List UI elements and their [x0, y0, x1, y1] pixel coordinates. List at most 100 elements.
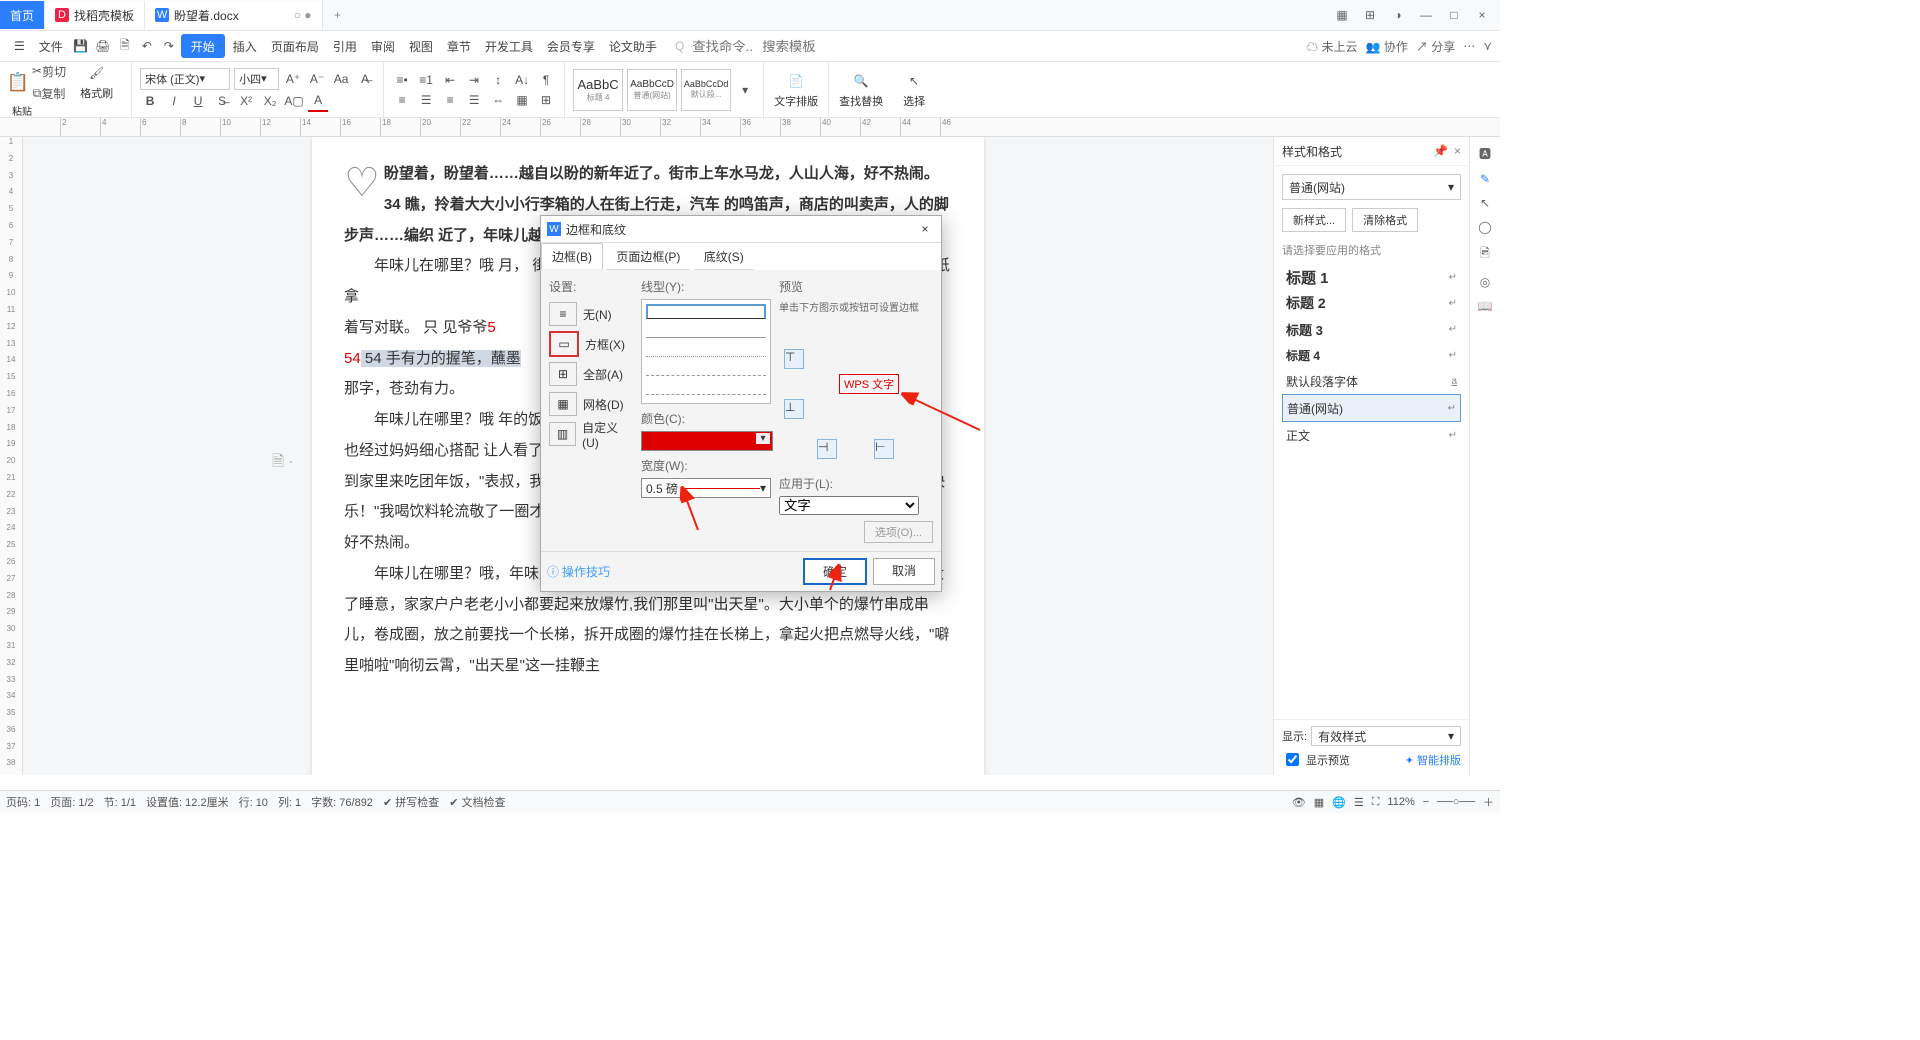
maximize-button[interactable]: □: [1444, 8, 1464, 22]
shading-icon[interactable]: ▦: [512, 90, 532, 110]
highlight-icon[interactable]: A▢: [284, 91, 304, 111]
menu-ref[interactable]: 引用: [327, 34, 363, 58]
border-right-button[interactable]: ⊢: [874, 439, 894, 459]
select-tool[interactable]: ↖选择: [893, 62, 935, 117]
style-h1[interactable]: 标题 1↵: [1282, 264, 1461, 290]
opt-grid[interactable]: ▦网格(D): [549, 389, 633, 419]
tab-document[interactable]: W盼望着.docx○ ●: [145, 1, 323, 29]
menu-section[interactable]: 章节: [441, 34, 477, 58]
style-more-icon[interactable]: ▾: [735, 80, 755, 100]
case-icon[interactable]: Aa: [331, 69, 351, 89]
preview-icon[interactable]: 🗎: [115, 36, 135, 56]
style-h2[interactable]: 标题 2↵: [1282, 290, 1461, 316]
ok-button[interactable]: 确定: [803, 558, 867, 585]
align-justify-icon[interactable]: ☰: [464, 90, 484, 110]
menu-paper[interactable]: 论文助手: [603, 34, 663, 58]
rail-style-icon[interactable]: 🅰: [1479, 145, 1491, 162]
grow-font-icon[interactable]: A⁺: [283, 69, 303, 89]
status-setting[interactable]: 设置值: 12.2厘米: [146, 794, 229, 810]
marks-icon[interactable]: ¶: [536, 70, 556, 90]
menu-review[interactable]: 审阅: [365, 34, 401, 58]
align-left-icon[interactable]: ≡: [392, 90, 412, 110]
distribute-icon[interactable]: ⇔: [488, 90, 508, 110]
opt-box[interactable]: ▭方框(X): [549, 329, 633, 359]
style-h3[interactable]: 标题 3↵: [1282, 316, 1461, 342]
undo-icon[interactable]: ↶: [137, 36, 157, 56]
chevron-down-icon[interactable]: ⋎: [1483, 39, 1492, 53]
rail-shape-icon[interactable]: ◯: [1478, 220, 1491, 234]
layout-icon[interactable]: ▦: [1332, 8, 1352, 22]
numbering-icon[interactable]: ≡1: [416, 70, 436, 90]
format-brush[interactable]: 🖌格式刷: [70, 63, 123, 101]
apps-icon[interactable]: ⊞: [1360, 8, 1380, 22]
dialog-close-icon[interactable]: ×: [915, 222, 935, 236]
show-select[interactable]: 有效样式▾: [1311, 726, 1461, 746]
options-button[interactable]: 选项(O)...: [864, 521, 933, 543]
current-style-select[interactable]: 普通(网站)▾: [1282, 174, 1461, 200]
style-2[interactable]: AaBbCcD普通(网站): [627, 69, 677, 111]
status-col[interactable]: 列: 1: [278, 794, 301, 810]
border-left-button[interactable]: ⊣: [817, 439, 837, 459]
tab-shading[interactable]: 底纹(S): [694, 244, 754, 270]
menu-member[interactable]: 会员专享: [541, 34, 601, 58]
zoom-in-icon[interactable]: ＋: [1483, 794, 1494, 810]
rail-pen-icon[interactable]: ✎: [1480, 172, 1490, 186]
ruler-vertical[interactable]: 1234567891011121314151617181920212223242…: [0, 137, 23, 775]
superscript-icon[interactable]: X²: [236, 91, 256, 111]
sort-icon[interactable]: A↓: [512, 70, 532, 90]
underline-icon[interactable]: U: [188, 91, 208, 111]
clear-format-icon[interactable]: A̶: [355, 69, 375, 89]
rail-select-icon[interactable]: ↖: [1480, 196, 1490, 210]
linespace-icon[interactable]: ↕: [488, 70, 508, 90]
close-button[interactable]: ×: [1472, 8, 1492, 22]
style-normal-web[interactable]: 普通(网站)↵: [1282, 394, 1461, 422]
shrink-font-icon[interactable]: A⁻: [307, 69, 327, 89]
print-icon[interactable]: 🖨: [93, 36, 113, 56]
tab-page-border[interactable]: 页面边框(P): [606, 244, 690, 270]
font-select[interactable]: 宋体 (正文) ▾: [140, 68, 230, 90]
menu-dev[interactable]: 开发工具: [479, 34, 539, 58]
zoom-slider[interactable]: ──○──: [1437, 796, 1475, 808]
color-select[interactable]: [641, 431, 773, 451]
status-spell[interactable]: ✔ 拼写检查: [383, 794, 439, 810]
menu-view[interactable]: 视图: [403, 34, 439, 58]
style-body[interactable]: 正文↵: [1282, 422, 1461, 448]
cloud-status[interactable]: ☁ 未上云: [1306, 38, 1357, 55]
style-h4[interactable]: 标题 4↵: [1282, 342, 1461, 368]
subscript-icon[interactable]: X₂: [260, 91, 280, 111]
command-search-input[interactable]: [690, 38, 754, 55]
cancel-button[interactable]: 取消: [873, 558, 935, 585]
strike-icon[interactable]: S̶: [212, 91, 232, 111]
avatar-icon[interactable]: ◑: [1388, 8, 1408, 22]
italic-icon[interactable]: I: [164, 91, 184, 111]
border-top-button[interactable]: ⊤: [784, 349, 804, 369]
line-type-list[interactable]: [641, 299, 771, 404]
find-replace[interactable]: 🔍查找替换: [828, 62, 893, 117]
style-default-font[interactable]: 默认段落字体a: [1282, 368, 1461, 394]
save-icon[interactable]: 💾: [71, 36, 91, 56]
font-color-icon[interactable]: A: [308, 90, 328, 112]
menu-layout[interactable]: 页面布局: [265, 34, 325, 58]
tab-new[interactable]: +: [323, 8, 353, 22]
border-bottom-button[interactable]: ⊥: [784, 399, 804, 419]
status-section[interactable]: 节: 1/1: [104, 794, 136, 810]
copy-button[interactable]: ⧉ 复制: [32, 83, 66, 103]
more-icon[interactable]: ⋯: [1463, 39, 1475, 53]
style-1[interactable]: AaBbC标题 4: [573, 69, 623, 111]
rail-book-icon[interactable]: 📖: [1478, 299, 1493, 313]
rail-image-icon[interactable]: 🖻: [1480, 244, 1490, 265]
bold-icon[interactable]: B: [140, 91, 160, 111]
size-select[interactable]: 小四 ▾: [234, 68, 279, 90]
hamburger-icon[interactable]: ☰: [8, 34, 31, 58]
tab-home[interactable]: 首页: [0, 1, 45, 29]
style-3[interactable]: AaBbCcDd默认段...: [681, 69, 731, 111]
status-doccheck[interactable]: ✔ 文档检查: [449, 794, 505, 810]
help-link[interactable]: ⓘ 操作技巧: [547, 563, 610, 580]
tab-border[interactable]: 边框(B): [541, 243, 603, 270]
zoom-out-icon[interactable]: −: [1423, 796, 1429, 808]
template-search-input[interactable]: [760, 38, 824, 55]
rail-location-icon[interactable]: ◎: [1480, 275, 1490, 289]
share-button[interactable]: ↗ 分享: [1416, 38, 1455, 55]
opt-all[interactable]: ⊞全部(A): [549, 359, 633, 389]
status-page-no[interactable]: 页码: 1: [6, 794, 40, 810]
